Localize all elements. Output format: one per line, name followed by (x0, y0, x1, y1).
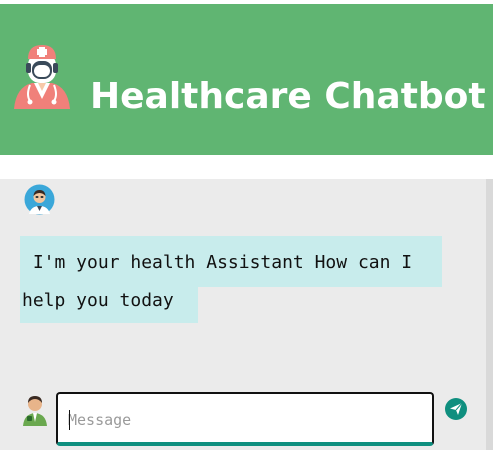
message-text: I'm your health Assistant How can I (22, 252, 413, 273)
message-text: help you today (22, 290, 174, 311)
text-caret (69, 410, 70, 430)
send-icon (450, 402, 463, 415)
bot-message-bubble: I'm your health Assistant How can I help… (20, 236, 443, 324)
message-input-box[interactable] (56, 392, 434, 446)
user-avatar-icon (20, 392, 50, 426)
send-button[interactable] (445, 398, 467, 420)
header-bar: Healthcare Chatbot (0, 4, 493, 155)
message-input[interactable] (68, 406, 423, 434)
doctor-avatar-icon (23, 184, 56, 215)
doctor-icon (8, 41, 76, 111)
message-line: I'm your health Assistant How can I (20, 236, 442, 287)
chatbot-app: Healthcare Chatbot I'm your health Assis… (0, 0, 493, 456)
scrollbar[interactable] (486, 179, 493, 450)
page-title: Healthcare Chatbot (90, 76, 486, 117)
message-line: help you today (20, 287, 198, 323)
